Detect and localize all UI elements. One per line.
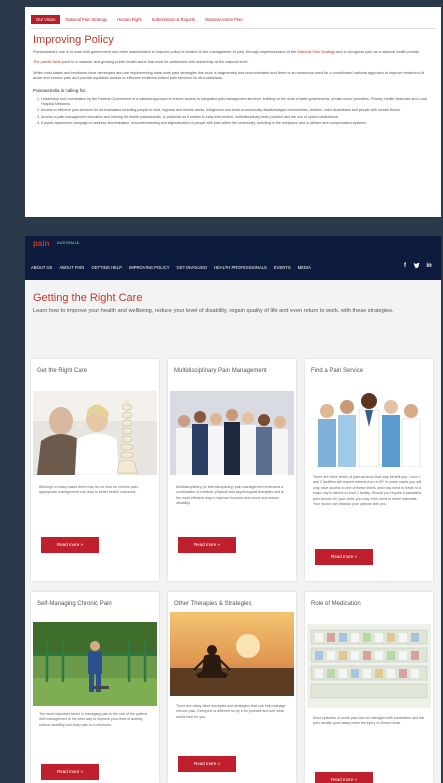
policy-tabs: Our Vision National Pain Strategy Human … [25,7,441,27]
getting-right-care-panel: pain AUSTRALIA ABOUT US ABOUT PAIN GETTI… [25,236,441,783]
card-text: Although in many cases there may be no c… [39,485,139,495]
card-title: Multidisciplinary Pain Management [174,368,267,374]
nav-events[interactable]: EVENTS [274,265,291,270]
doctors-group-image [307,383,431,467]
nav-about-us[interactable]: ABOUT US [31,265,52,270]
read-more-button[interactable]: Read more » [178,537,236,553]
list-item: Access to pain management education and … [41,115,433,120]
list-item: Access to effective pain services for al… [41,108,433,113]
nav-media[interactable]: MEDIA [298,265,311,270]
facebook-icon[interactable]: f [401,262,409,270]
card-title: Role of Medication [311,601,361,607]
card-find-pain-service: Find a Pain Service There are three leve… [305,359,433,581]
card-title: Self-Managing Chronic Pain [37,601,112,607]
calling-for-list: Leadership and coordination by the Feder… [41,97,433,127]
tabs-divider [31,28,435,29]
intro-text-end: and to recognise pain as a national heal… [335,50,420,54]
calling-for-heading: Painaustralia is calling for: [33,87,87,93]
twitter-icon[interactable] [413,262,421,270]
medical-team-image [170,391,294,475]
card-self-managing: Self-Managing Chronic Pain The most impo… [31,592,159,783]
walking-person-image [33,622,157,706]
intro-paragraph: Painaustralia's role is to work with gov… [33,50,433,55]
read-more-button[interactable]: Read more » [41,764,99,780]
card-text: There are three levels of pain services … [313,475,422,507]
tab-national-pain-strategy[interactable]: National Pain Strategy [60,15,112,24]
nav-get-involved[interactable]: GET INVOLVED [177,265,208,270]
page-title: Improving Policy [33,34,114,46]
pharmacy-shelves-image [307,624,431,708]
national-pain-strategy-link[interactable]: National Pain Strategy [297,50,335,54]
main-nav: ABOUT US ABOUT PAIN GETTING HELP IMPROVI… [25,254,441,280]
painful-facts-link[interactable]: The painful facts [33,60,61,64]
card-text: There are many other therapies and strat… [176,704,286,719]
list-item: Leadership and coordination by the Feder… [41,97,433,107]
nav-improving-policy[interactable]: IMPROVING POLICY [129,265,170,270]
card-multidisciplinary: Multidisciplinary Pain Management Multid… [168,359,296,581]
tab-our-vision[interactable]: Our Vision [31,14,61,24]
intro-text: Learn how to improve your health and wel… [33,308,394,314]
read-more-button[interactable]: Read more » [178,756,236,772]
painful-facts-paragraph: The painful facts point to a massive and… [33,60,433,65]
card-text: The most important factor in managing pa… [39,712,148,727]
nav-getting-help[interactable]: GETTING HELP [91,265,122,270]
linkedin-icon[interactable]: in [425,262,433,270]
read-more-button[interactable]: Read more » [315,772,373,783]
tab-national-action-plan[interactable]: National Action Plan [200,15,247,24]
site-logo[interactable]: pain [33,239,49,248]
list-item: A public awareness campaign to address d… [41,121,433,126]
improving-policy-panel: Our Vision National Pain Strategy Human … [25,7,441,217]
painful-facts-text: point to a massive and growing public he… [60,60,249,65]
tab-submissions-reports[interactable]: Submissions & Reports [147,15,201,24]
site-header: pain AUSTRALIA [25,236,441,254]
card-text: Multidisciplinary (or interdisciplinary)… [176,485,284,506]
doctor-skeleton-image [33,391,157,475]
page-title: Getting the Right Care [33,292,143,304]
tab-human-right[interactable]: Human Right [112,15,146,24]
intro-text: Painaustralia's role is to work with gov… [33,50,298,54]
site-logo-sub: AUSTRALIA [57,241,80,245]
read-more-button[interactable]: Read more » [315,549,373,565]
card-role-of-medication: Role of Medication Most episodes of acut… [305,592,433,783]
nav-health-professionals[interactable]: HEALTH PROFESSIONALS [214,265,267,270]
social-links: f in [401,262,433,270]
card-title: Get the Right Care [37,368,88,374]
read-more-button[interactable]: Read more » [41,537,99,553]
card-text: Most episodes of acute pain can be manag… [313,716,425,726]
strategy-paragraph: While most states and territories have d… [33,70,424,81]
meditation-image [170,612,294,696]
nav-about-pain[interactable]: ABOUT PAIN [59,265,84,270]
card-other-therapies: Other Therapies & Strategies There are m… [168,592,296,783]
card-get-right-care: Get the Right Care Although in many case… [31,359,159,581]
